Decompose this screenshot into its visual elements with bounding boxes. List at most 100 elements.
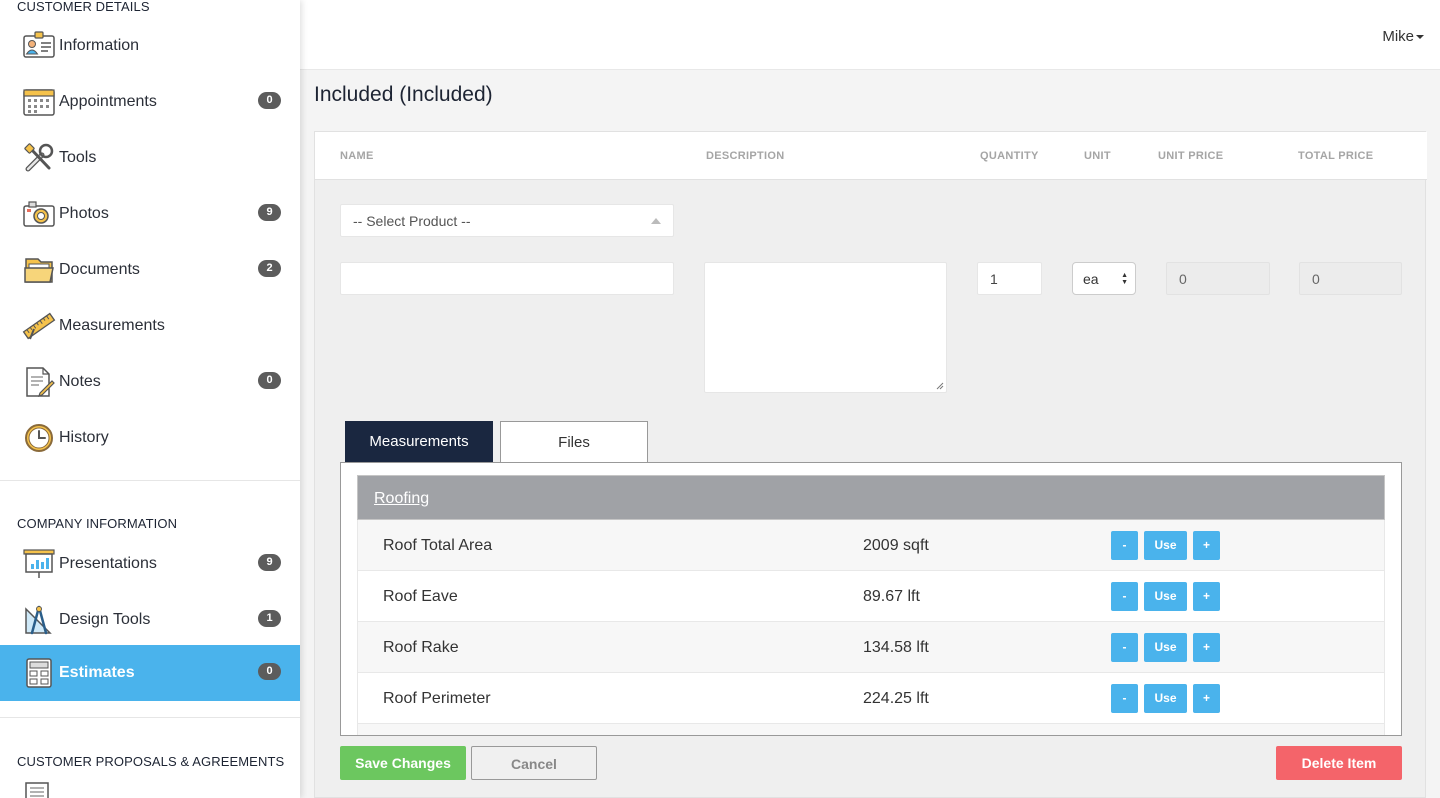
header-quantity: QUANTITY — [980, 150, 1039, 162]
page-title: Included (Included) — [314, 83, 493, 106]
header-unit: UNIT — [1084, 150, 1111, 162]
unit-select[interactable]: ea ▲ ▼ — [1072, 262, 1136, 295]
top-bar: Mike — [300, 0, 1440, 70]
updown-arrows-icon: ▲ ▼ — [1121, 272, 1128, 286]
name-input[interactable] — [340, 262, 674, 295]
sidebar-item-label: Photos — [59, 205, 109, 222]
sidebar-item-label: Documents — [59, 261, 140, 278]
document-icon — [25, 782, 51, 798]
measurement-row: Roof Eave 89.67 lft - Use + — [357, 571, 1385, 622]
sidebar-item-label: History — [59, 429, 109, 446]
cancel-button[interactable]: Cancel — [471, 746, 597, 780]
customer-proposals-title: CUSTOMER PROPOSALS & AGREEMENTS — [17, 754, 285, 769]
sidebar-item-documents[interactable]: Documents 2 — [0, 242, 300, 298]
company-information-title: COMPANY INFORMATION — [17, 516, 178, 531]
decrement-button[interactable]: - — [1111, 633, 1138, 662]
use-button[interactable]: Use — [1144, 684, 1187, 713]
header-name: NAME — [340, 150, 374, 162]
notes-icon — [22, 365, 56, 399]
sidebar-item-label: Estimates — [59, 664, 135, 681]
sidebar-item-estimates[interactable]: Estimates 0 — [0, 645, 300, 701]
measurement-row: Roof Total Area 2009 sqft - Use + — [357, 520, 1385, 571]
increment-button[interactable]: + — [1193, 582, 1220, 611]
count-badge: 0 — [258, 372, 281, 389]
increment-button[interactable]: + — [1193, 633, 1220, 662]
unit-value: ea — [1083, 271, 1099, 287]
sidebar-item-tools[interactable]: Tools — [0, 130, 300, 186]
decrement-button[interactable]: - — [1111, 582, 1138, 611]
increment-button[interactable]: + — [1193, 531, 1220, 560]
group-link-roofing[interactable]: Roofing — [374, 490, 429, 508]
presentation-board-icon — [22, 547, 56, 581]
measurement-row: Roof Rake 134.58 lft - Use + — [357, 622, 1385, 673]
increment-button[interactable]: + — [1193, 684, 1220, 713]
measurement-name: Roof Total Area — [383, 537, 493, 554]
header-unit-price: UNIT PRICE — [1158, 150, 1224, 162]
delete-item-button[interactable]: Delete Item — [1276, 746, 1402, 780]
count-badge: 2 — [258, 260, 281, 277]
select-product-dropdown[interactable]: -- Select Product -- — [340, 204, 674, 237]
count-badge: 0 — [258, 663, 281, 680]
tab-files[interactable]: Files — [500, 421, 648, 463]
tab-measurements[interactable]: Measurements — [345, 421, 493, 463]
user-name: Mike — [1382, 28, 1414, 45]
count-badge: 1 — [258, 610, 281, 627]
user-menu[interactable]: Mike — [1382, 28, 1424, 45]
camera-icon — [22, 197, 56, 231]
sidebar-item-appointments[interactable]: Appointments 0 — [0, 74, 300, 130]
caret-up-icon — [651, 218, 661, 224]
column-headers: NAME DESCRIPTION QUANTITY UNIT UNIT PRIC… — [315, 132, 1427, 180]
sidebar-item-label: Design Tools — [59, 611, 151, 628]
description-textarea[interactable] — [704, 262, 947, 393]
use-button[interactable]: Use — [1144, 633, 1187, 662]
count-badge: 0 — [258, 92, 281, 109]
sidebar-item-label: Appointments — [59, 93, 157, 110]
use-button[interactable]: Use — [1144, 531, 1187, 560]
header-description: DESCRIPTION — [706, 150, 785, 162]
quantity-input[interactable]: 1 — [977, 262, 1042, 295]
sidebar-item-presentations[interactable]: Presentations 9 — [0, 536, 300, 592]
sidebar-item-label: Notes — [59, 373, 101, 390]
caret-down-icon — [1416, 35, 1424, 40]
calculator-icon — [22, 656, 56, 690]
sidebar: CUSTOMER DETAILS Information Appointment… — [0, 0, 300, 798]
count-badge: 9 — [258, 554, 281, 571]
measurement-row: Roof Perimeter 224.25 lft - Use + — [357, 673, 1385, 724]
sidebar-item-label: Tools — [59, 149, 97, 166]
ruler-icon — [22, 309, 56, 343]
save-changes-button[interactable]: Save Changes — [340, 746, 466, 780]
decrement-button[interactable]: - — [1111, 531, 1138, 560]
sidebar-item-measurements[interactable]: Measurements — [0, 298, 300, 354]
tools-icon — [22, 141, 56, 175]
sidebar-item-notes[interactable]: Notes 0 — [0, 354, 300, 410]
measurement-name: Roof Perimeter — [383, 690, 491, 707]
calendar-icon — [22, 85, 56, 119]
resize-grip-icon[interactable] — [936, 382, 944, 390]
measurement-value: 134.58 lft — [863, 639, 929, 656]
sidebar-item-history[interactable]: History — [0, 410, 300, 466]
measurement-value: 2009 sqft — [863, 537, 929, 554]
drafting-compass-icon — [22, 603, 56, 637]
sidebar-divider — [0, 480, 300, 481]
decrement-button[interactable]: - — [1111, 684, 1138, 713]
measurement-value: 224.25 lft — [863, 690, 929, 707]
sidebar-item-label: Information — [59, 37, 140, 54]
measurement-row-partial — [357, 724, 1385, 735]
unit-price-field: 0 — [1166, 262, 1270, 295]
sidebar-item-design-tools[interactable]: Design Tools 1 — [0, 592, 300, 648]
folder-icon — [22, 253, 56, 287]
use-button[interactable]: Use — [1144, 582, 1187, 611]
estimate-item-card: NAME DESCRIPTION QUANTITY UNIT UNIT PRIC… — [314, 131, 1427, 798]
measurement-group-header: Roofing — [357, 475, 1385, 520]
sidebar-divider — [0, 717, 300, 718]
sidebar-item-photos[interactable]: Photos 9 — [0, 186, 300, 242]
sidebar-item-label: Measurements — [59, 317, 165, 334]
select-product-value: -- Select Product -- — [353, 213, 471, 229]
count-badge: 9 — [258, 204, 281, 221]
total-price-field: 0 — [1299, 262, 1402, 295]
contact-card-icon — [22, 29, 56, 63]
measurement-name: Roof Rake — [383, 639, 459, 656]
sidebar-item-information[interactable]: Information — [0, 18, 300, 74]
measurement-value: 89.67 lft — [863, 588, 920, 605]
sidebar-item-label: Presentations — [59, 555, 157, 572]
